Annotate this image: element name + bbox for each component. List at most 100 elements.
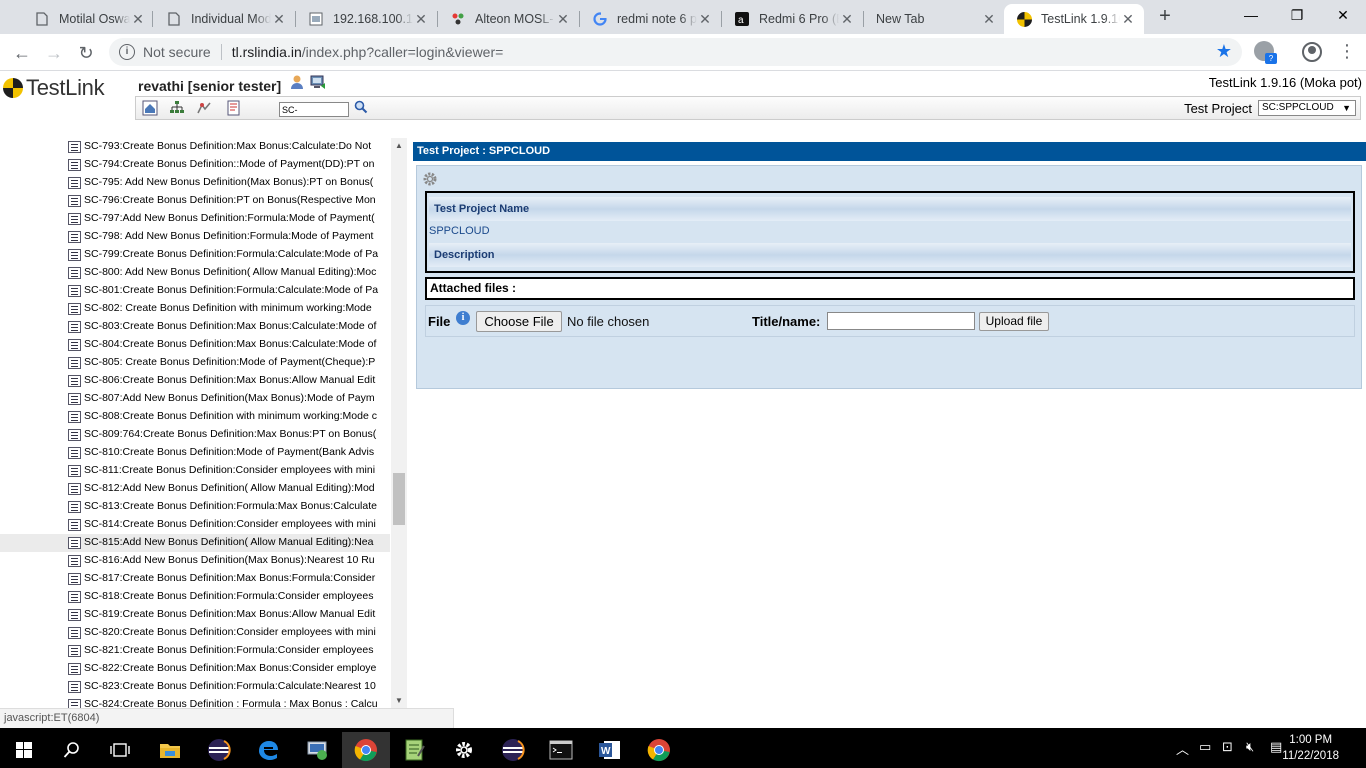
tree-item[interactable]: SC-800: Add New Bonus Definition( Allow … <box>0 264 390 282</box>
chrome-icon[interactable] <box>635 732 683 768</box>
tree-item[interactable]: SC-806:Create Bonus Definition:Max Bonus… <box>0 372 390 390</box>
browser-tab[interactable]: Alteon MOSL- ✕ <box>438 4 579 34</box>
tree-item-label[interactable]: SC-797:Add New Bonus Definition:Formula:… <box>84 212 389 224</box>
tree-item[interactable]: SC-799:Create Bonus Definition:Formula:C… <box>0 246 390 264</box>
info-icon[interactable]: i <box>119 44 135 60</box>
tree-item-label[interactable]: SC-808:Create Bonus Definition with mini… <box>84 410 389 422</box>
network-icon[interactable]: ⊡ <box>1222 739 1233 755</box>
profile-icon[interactable] <box>1302 42 1322 62</box>
reload-icon[interactable]: ↻ <box>73 40 99 66</box>
tree-item-label[interactable]: SC-800: Add New Bonus Definition( Allow … <box>84 266 389 278</box>
test-spec-icon[interactable] <box>196 100 212 116</box>
logout-icon[interactable] <box>310 74 326 90</box>
battery-icon[interactable]: ▭ <box>1199 739 1211 755</box>
tree-item-label[interactable]: SC-811:Create Bonus Definition:Consider … <box>84 464 389 476</box>
tree-item[interactable]: SC-797:Add New Bonus Definition:Formula:… <box>0 210 390 228</box>
title-name-input[interactable] <box>827 312 975 330</box>
gear-icon[interactable] <box>422 171 438 190</box>
browser-tab[interactable]: a Redmi 6 Pro (B ✕ <box>722 4 863 34</box>
tree-scrollbar[interactable]: ▲ ▼ <box>391 138 407 708</box>
tree-item[interactable]: SC-794:Create Bonus Definition::Mode of … <box>0 156 390 174</box>
task-view-icon[interactable] <box>96 732 144 768</box>
tree-item-label[interactable]: SC-815:Add New Bonus Definition( Allow M… <box>84 536 389 548</box>
file-explorer-icon[interactable] <box>146 732 194 768</box>
tree-item[interactable]: SC-816:Add New Bonus Definition(Max Bonu… <box>0 552 390 570</box>
tree-item[interactable]: SC-810:Create Bonus Definition:Mode of P… <box>0 444 390 462</box>
tree-item-label[interactable]: SC-819:Create Bonus Definition:Max Bonus… <box>84 608 389 620</box>
tree-item[interactable]: SC-823:Create Bonus Definition:Formula:C… <box>0 678 390 696</box>
tree-item[interactable]: SC-824:Create Bonus Definition : Formula… <box>0 696 390 708</box>
new-tab-button[interactable]: + <box>1152 6 1178 28</box>
tree-item[interactable]: SC-812:Add New Bonus Definition( Allow M… <box>0 480 390 498</box>
tree-item[interactable]: SC-793:Create Bonus Definition:Max Bonus… <box>0 138 390 156</box>
tree-item[interactable]: SC-798: Add New Bonus Definition:Formula… <box>0 228 390 246</box>
tree-item[interactable]: SC-815:Add New Bonus Definition( Allow M… <box>0 534 390 552</box>
tree-item-label[interactable]: SC-822:Create Bonus Definition:Max Bonus… <box>84 662 389 674</box>
choose-file-button[interactable]: Choose File <box>476 311 562 332</box>
testcase-search-input[interactable] <box>279 102 349 117</box>
testlink-logo[interactable]: TestLink <box>3 75 105 101</box>
eclipse-icon[interactable] <box>489 732 537 768</box>
edge-icon[interactable] <box>244 732 292 768</box>
tree-item[interactable]: SC-803:Create Bonus Definition:Max Bonus… <box>0 318 390 336</box>
upload-file-button[interactable]: Upload file <box>979 312 1049 331</box>
close-window-button[interactable]: ✕ <box>1320 0 1366 30</box>
browser-tab-active[interactable]: TestLink 1.9.16 ✕ <box>1004 4 1144 34</box>
tree-item-label[interactable]: SC-803:Create Bonus Definition:Max Bonus… <box>84 320 389 332</box>
forward-arrow-icon[interactable]: → <box>41 40 67 66</box>
tree-item-label[interactable]: SC-801:Create Bonus Definition:Formula:C… <box>84 284 389 296</box>
tree-item[interactable]: SC-819:Create Bonus Definition:Max Bonus… <box>0 606 390 624</box>
address-bar[interactable]: i Not secure tl.rslindia.in /index.php?c… <box>109 38 1242 66</box>
notepad-icon[interactable] <box>391 732 439 768</box>
tree-item-label[interactable]: SC-802: Create Bonus Definition with min… <box>84 302 389 314</box>
tree-item-label[interactable]: SC-824:Create Bonus Definition : Formula… <box>84 698 389 708</box>
tree-item-label[interactable]: SC-807:Add New Bonus Definition(Max Bonu… <box>84 392 389 404</box>
test-project-select[interactable]: SC:SPPCLOUD ▼ <box>1258 100 1356 116</box>
tree-item-label[interactable]: SC-818:Create Bonus Definition:Formula:C… <box>84 590 389 602</box>
restore-button[interactable]: ❐ <box>1274 0 1320 30</box>
close-icon[interactable]: ✕ <box>130 11 146 27</box>
tree-item[interactable]: SC-808:Create Bonus Definition with mini… <box>0 408 390 426</box>
volume-muted-icon[interactable]: 🔇︎ <box>1246 739 1254 755</box>
network-app-icon[interactable] <box>293 732 341 768</box>
tree-item-label[interactable]: SC-820:Create Bonus Definition:Consider … <box>84 626 389 638</box>
tree-item[interactable]: SC-796:Create Bonus Definition:PT on Bon… <box>0 192 390 210</box>
eclipse-icon[interactable] <box>195 732 243 768</box>
chevron-up-icon[interactable]: ︿ <box>1176 739 1189 758</box>
tree-item[interactable]: SC-817:Create Bonus Definition:Max Bonus… <box>0 570 390 588</box>
browser-tab[interactable]: New Tab ✕ <box>864 4 1005 34</box>
tree-item-label[interactable]: SC-816:Add New Bonus Definition(Max Bonu… <box>84 554 389 566</box>
close-icon[interactable]: ✕ <box>413 11 429 27</box>
system-clock[interactable]: 1:00 PM 11/22/2018 <box>1282 732 1339 764</box>
tree-item-label[interactable]: SC-813:Create Bonus Definition:Formula:M… <box>84 500 389 512</box>
browser-tab[interactable]: redmi note 6 p ✕ <box>580 4 721 34</box>
tree-item[interactable]: SC-813:Create Bonus Definition:Formula:M… <box>0 498 390 516</box>
tree-item-label[interactable]: SC-804:Create Bonus Definition:Max Bonus… <box>84 338 389 350</box>
close-icon[interactable]: ✕ <box>271 11 287 27</box>
scroll-down-icon[interactable]: ▼ <box>395 696 403 705</box>
tree-item-label[interactable]: SC-796:Create Bonus Definition:PT on Bon… <box>84 194 389 206</box>
close-icon[interactable]: ✕ <box>981 11 997 27</box>
search-icon[interactable] <box>48 732 96 768</box>
tree-item-label[interactable]: SC-799:Create Bonus Definition:Formula:C… <box>84 248 389 260</box>
tree-item[interactable]: SC-804:Create Bonus Definition:Max Bonus… <box>0 336 390 354</box>
tree-item[interactable]: SC-811:Create Bonus Definition:Consider … <box>0 462 390 480</box>
info-icon[interactable]: i <box>456 311 470 325</box>
tree-item[interactable]: SC-818:Create Bonus Definition:Formula:C… <box>0 588 390 606</box>
tree-item-label[interactable]: SC-810:Create Bonus Definition:Mode of P… <box>84 446 389 458</box>
browser-tab[interactable]: 192.168.100.13 ✕ <box>296 4 437 34</box>
tree-item[interactable]: SC-820:Create Bonus Definition:Consider … <box>0 624 390 642</box>
home-icon[interactable] <box>142 100 158 116</box>
scrollbar-thumb[interactable] <box>393 473 405 525</box>
browser-tab[interactable]: Individual Mod ✕ <box>154 4 295 34</box>
tree-item[interactable]: SC-821:Create Bonus Definition:Formula:C… <box>0 642 390 660</box>
tree-item[interactable]: SC-805: Create Bonus Definition:Mode of … <box>0 354 390 372</box>
tree-item-label[interactable]: SC-806:Create Bonus Definition:Max Bonus… <box>84 374 389 386</box>
tree-item[interactable]: SC-814:Create Bonus Definition:Consider … <box>0 516 390 534</box>
minimize-button[interactable]: — <box>1228 0 1274 30</box>
search-icon[interactable] <box>354 100 368 117</box>
tree-item[interactable]: SC-802: Create Bonus Definition with min… <box>0 300 390 318</box>
close-icon[interactable]: ✕ <box>839 11 855 27</box>
notifications-icon[interactable]: ▤ <box>1270 739 1282 755</box>
chrome-icon[interactable] <box>342 732 390 768</box>
